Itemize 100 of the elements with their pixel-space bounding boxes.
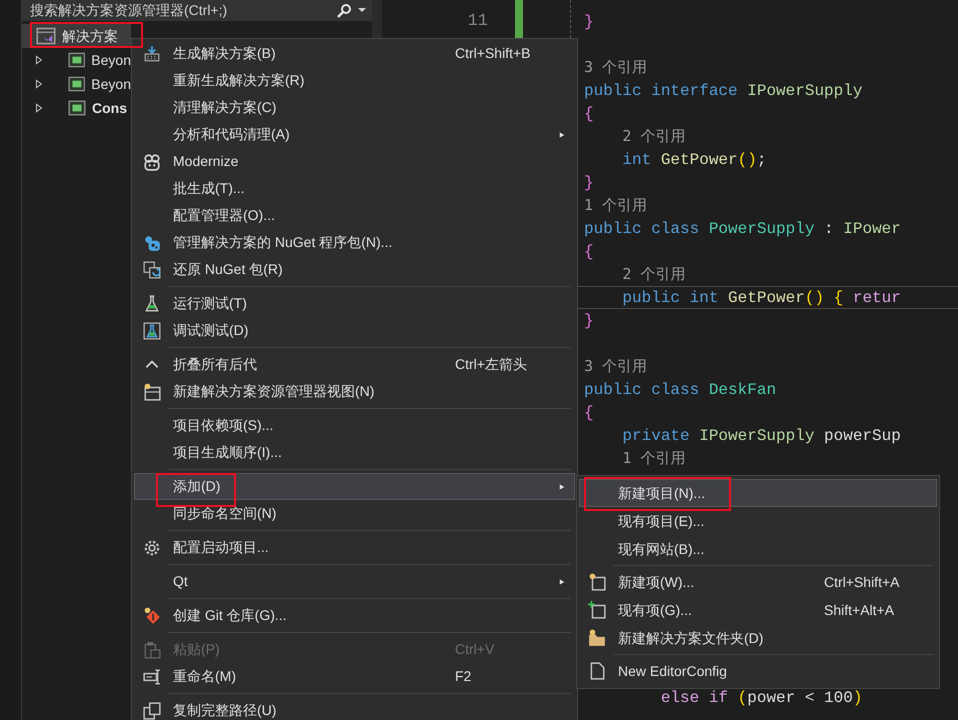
menu-item[interactable]: Qt: [134, 568, 575, 595]
menu-item[interactable]: New EditorConfig: [579, 657, 937, 685]
shortcut-text: Ctrl+V: [455, 640, 496, 659]
code-line: else if (power < 100): [660, 688, 862, 708]
menu-item[interactable]: 配置管理器(O)...: [134, 202, 575, 229]
project-icon: [68, 99, 86, 117]
menu-item-label: 清理解决方案(C): [172, 98, 276, 117]
code-line: }: [584, 12, 594, 32]
menu-item-label: 重新生成解决方案(R): [172, 71, 304, 90]
code-line: }: [584, 310, 594, 332]
tree-item[interactable]: Beyon: [22, 48, 131, 72]
menu-item-label: 粘贴(P): [172, 640, 220, 659]
codelens-reference-count[interactable]: 3 个引用: [584, 56, 648, 79]
menu-item-label: 运行测试(T): [172, 294, 247, 313]
menu-item-label: 配置管理器(O)...: [172, 206, 275, 225]
tree-item[interactable]: Cons: [22, 96, 131, 120]
menu-item-label: 复制完整路径(U): [172, 701, 276, 720]
menu-item-label: 重命名(M): [172, 667, 236, 686]
menu-item[interactable]: 现有项目(E)...: [579, 507, 937, 535]
codelens-reference-count[interactable]: 3 个引用: [584, 355, 648, 378]
menu-item[interactable]: 清理解决方案(C): [134, 94, 575, 121]
submenu-arrow-icon: [559, 130, 565, 140]
menu-item[interactable]: 项目生成顺序(I)...: [134, 439, 575, 466]
code-line: {: [584, 104, 594, 124]
code-line: public int GetPower() { retur: [621, 288, 901, 308]
submenu-arrow-icon: [559, 482, 565, 492]
menu-item[interactable]: 调试测试(D): [134, 317, 575, 344]
menu-item[interactable]: 批生成(T)...: [134, 175, 575, 202]
shortcut-text: Shift+Alt+A: [824, 600, 896, 620]
menu-item-label: 项目生成顺序(I)...: [172, 443, 282, 462]
menu-item[interactable]: 新建项(W)... Ctrl+Shift+A: [579, 568, 937, 596]
project-icon: [68, 75, 86, 93]
menu-item-label: New EditorConfig: [617, 662, 727, 681]
code-line: private IPowerSupply powerSup: [621, 426, 901, 446]
menu-item-label: 创建 Git 仓库(G)...: [172, 606, 287, 625]
menu-item[interactable]: 还原 NuGet 包(R): [134, 256, 575, 283]
submenu-arrow-icon: [559, 576, 565, 586]
code-line: int GetPower();: [621, 150, 766, 170]
codelens-reference-count[interactable]: 2 个引用: [622, 263, 686, 286]
menu-item-label: 新建解决方案文件夹(D): [617, 628, 764, 648]
menu-item-label: Qt: [172, 572, 188, 591]
menu-item[interactable]: 复制完整路径(U): [134, 697, 575, 720]
menu-item-label: 折叠所有后代: [172, 355, 257, 374]
menu-item-label: 新建项目(N)...: [617, 484, 706, 503]
add-item-icon: [588, 601, 606, 619]
code-line: public class PowerSupply : IPower: [584, 218, 901, 240]
menu-item-label: 生成解决方案(B): [172, 44, 276, 63]
menu-item-label: 现有网站(B)...: [617, 540, 704, 559]
menu-item[interactable]: 现有项(G)... Shift+Alt+A: [579, 596, 937, 624]
menu-item-label: 新建项(W)...: [617, 572, 694, 592]
menu-item[interactable]: 现有网站(B)...: [579, 535, 937, 563]
collapsed-arrow-icon: [34, 103, 44, 113]
menu-item-label: 还原 NuGet 包(R): [172, 260, 283, 279]
tree-item[interactable]: Beyon: [22, 72, 131, 96]
search-icon: [336, 2, 352, 18]
flask-icon: [143, 322, 161, 340]
codelens-reference-count[interactable]: 1 个引用: [622, 447, 686, 470]
tree-item[interactable]: 解决方案: [22, 24, 131, 48]
menu-item-label: 管理解决方案的 NuGet 程序包(N)...: [172, 233, 392, 252]
shortcut-text: Ctrl+Shift+B: [455, 44, 532, 63]
menu-item[interactable]: 新建解决方案文件夹(D): [579, 624, 937, 652]
change-bar: [515, 0, 523, 38]
code-line: public interface IPowerSupply: [584, 80, 862, 102]
paste-icon: [143, 640, 161, 658]
robot-face-icon: [143, 152, 161, 170]
menu-item[interactable]: 配置启动项目...: [134, 534, 575, 561]
menu-item[interactable]: 分析和代码清理(A): [134, 121, 575, 148]
shortcut-text: Ctrl+Shift+A: [824, 572, 900, 592]
codelens-reference-count[interactable]: 1 个引用: [584, 194, 648, 217]
menu-item[interactable]: 新建解决方案资源管理器视图(N): [134, 378, 575, 405]
code-line: public class DeskFan: [584, 380, 776, 400]
collapsed-arrow-icon: [34, 55, 44, 65]
code-line: }: [584, 172, 594, 194]
menu-item-label: 配置启动项目...: [172, 538, 269, 557]
menu-item[interactable]: 创建 Git 仓库(G)...: [134, 602, 575, 629]
menu-item[interactable]: 新建项目(N)...: [579, 479, 937, 507]
flask-icon: [143, 294, 161, 312]
menu-item[interactable]: 重命名(M) F2: [134, 663, 575, 690]
menu-item[interactable]: 运行测试(T): [134, 290, 575, 317]
menu-item[interactable]: 折叠所有后代 Ctrl+左箭头: [134, 351, 575, 378]
package-icon: [143, 234, 161, 252]
menu-item[interactable]: 添加(D): [134, 473, 575, 500]
menu-item-label: 新建解决方案资源管理器视图(N): [172, 382, 374, 401]
shortcut-text: Ctrl+左箭头: [455, 355, 528, 374]
menu-item[interactable]: Modernize: [134, 148, 575, 175]
codelens-reference-count[interactable]: 2 个引用: [622, 125, 686, 148]
settings-icon: [143, 538, 161, 556]
code-line: {: [584, 402, 594, 424]
code-line: {: [584, 242, 594, 262]
menu-item[interactable]: 生成解决方案(B) Ctrl+Shift+B: [134, 40, 575, 67]
menu-item[interactable]: 项目依赖项(S)...: [134, 412, 575, 439]
menu-item[interactable]: 同步命名空间(N): [134, 500, 575, 527]
menu-item[interactable]: 管理解决方案的 NuGet 程序包(N)...: [134, 229, 575, 256]
shortcut-text: F2: [455, 667, 472, 686]
project-icon: [68, 51, 86, 69]
caret-icon[interactable]: [358, 8, 366, 13]
git-icon: [143, 606, 161, 624]
menu-item[interactable]: 重新生成解决方案(R): [134, 67, 575, 94]
folder-icon: [588, 629, 606, 647]
menu-item-label: 同步命名空间(N): [172, 504, 276, 523]
